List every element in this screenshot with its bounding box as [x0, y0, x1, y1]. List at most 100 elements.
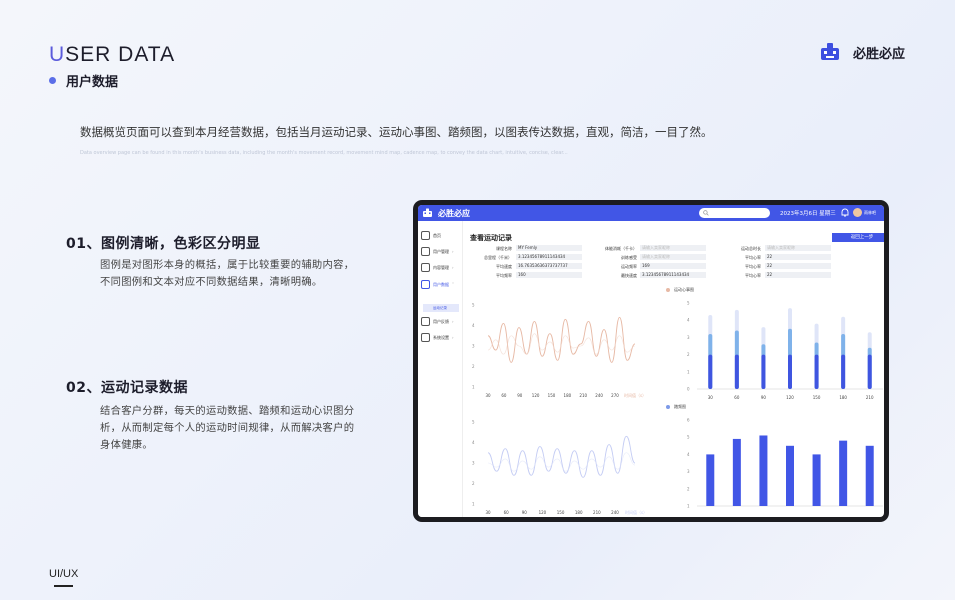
y-tick-label: 4 [472, 323, 475, 328]
x-tick-label: 60 [504, 510, 510, 515]
back-button[interactable]: 返回上一步 [832, 233, 884, 242]
field-label: 总里程（千米） [484, 255, 512, 260]
bar [841, 354, 846, 389]
field-label: 平均心率 [745, 273, 761, 278]
line-chart-speed: 1 2 3 4 5 30 60 90 120 150 180 210 240 270 时间值（s） [472, 303, 645, 399]
section-2-body: 结合客户分群，每天的运动数据、踏频和运动心识图分析，从而制定每个人的运动时间规律… [100, 405, 355, 451]
page-title: USER DATA [49, 43, 175, 67]
y-tick-label: 5 [687, 301, 690, 306]
sidebar-item-user-data[interactable]: 用户数据 ˅ [421, 280, 454, 289]
gear-icon [421, 333, 430, 342]
x-tick-label: 150 [548, 393, 556, 398]
field-value: 169 [640, 263, 706, 269]
chart-icon [421, 280, 430, 289]
user-name[interactable]: 雨林吧 [864, 210, 876, 216]
x-tick-label: 30 [485, 510, 491, 515]
y-tick-label: 2 [687, 352, 690, 357]
monitor-icon [421, 263, 430, 272]
field-label: 体能消耗（千卡） [605, 246, 637, 251]
field-label: 平均频率 [496, 273, 512, 278]
chevron-right-icon: › [452, 249, 454, 254]
x-tick-label: 90 [761, 395, 767, 400]
x-axis-label: 时间值（s） [624, 392, 645, 398]
sidebar-item-home[interactable]: 首页 [421, 231, 441, 240]
bar [761, 354, 766, 389]
x-tick-label: 210 [866, 395, 874, 400]
field-input[interactable]: 请输入卖家昵称 [640, 254, 706, 260]
field-input[interactable]: 请输入卖家昵称 [765, 245, 831, 251]
legend-dot [666, 288, 670, 292]
field-value: 16.76353636373737737 [516, 263, 582, 269]
intro-text-en: Data overview page can be found in this … [80, 150, 568, 156]
y-tick-label: 4 [472, 440, 475, 445]
sidebar-item-settings[interactable]: 系统设置 › [421, 333, 454, 342]
field-value: 22 [765, 254, 831, 260]
bell-icon[interactable] [841, 208, 849, 217]
subtitle-text: 用户数据 [66, 75, 119, 90]
section-2-title: 02、运动记录数据 [66, 380, 188, 396]
x-tick-label: 30 [485, 393, 491, 398]
field-label: 训练感受 [621, 255, 637, 260]
bar [734, 354, 739, 389]
chevron-right-icon: › [452, 265, 454, 270]
y-tick-label: 3 [687, 335, 690, 340]
avatar[interactable] [853, 208, 862, 217]
brand: 必胜必应 [819, 42, 905, 62]
bar-chart-heart: 0 1 2 3 4 5 30 60 90 120 150 180 210 [687, 301, 883, 400]
sidebar-subitem-exercise-record[interactable]: 运动记录 [423, 304, 459, 312]
y-tick-label: 5 [687, 435, 690, 440]
sidebar-item-label: 首页 [433, 232, 441, 238]
series-line [487, 435, 636, 478]
bar [706, 454, 715, 506]
field-input[interactable]: 请输入卖家昵称 [640, 245, 706, 251]
sidebar: 首页 用户管理 › 内容管理 › 用户数据 ˅ 运动记录 用户反馈 › 系统设置 › [418, 221, 463, 517]
y-tick-label: 2 [687, 486, 690, 491]
field-label: 运动总时长 [741, 246, 761, 251]
bar [732, 438, 741, 506]
field-value: 3.12345678911143434 [516, 254, 582, 260]
section-1-title: 01、图例清晰，色彩区分明显 [66, 236, 261, 252]
y-tick-label: 2 [472, 481, 475, 486]
x-tick-label: 180 [839, 395, 847, 400]
field-label: 平均心率 [745, 255, 761, 260]
field-label: 最快速度 [621, 273, 637, 278]
y-tick-label: 1 [472, 502, 475, 507]
bar [708, 354, 713, 389]
x-tick-label: 120 [539, 510, 547, 515]
bullet-dot [49, 77, 56, 84]
field-label: 运动频率 [621, 264, 637, 269]
chevron-right-icon: › [452, 335, 454, 340]
x-axis-label: 时间值（s） [625, 509, 645, 515]
footer-underline [54, 585, 73, 587]
x-tick-label: 240 [611, 510, 619, 515]
sidebar-item-content-management[interactable]: 内容管理 › [421, 263, 454, 272]
home-icon [421, 231, 430, 240]
y-tick-label: 2 [472, 364, 475, 369]
bar [839, 440, 848, 506]
sidebar-item-label: 用户反馈 [433, 318, 449, 324]
x-tick-label: 210 [579, 393, 587, 398]
search-input[interactable] [699, 208, 770, 218]
field-value: 22 [765, 272, 831, 278]
x-tick-label: 180 [575, 510, 583, 515]
x-tick-label: 270 [611, 393, 619, 398]
field-label: 平均心率 [745, 264, 761, 269]
y-tick-label: 1 [472, 385, 475, 390]
bar-chart-cadence: 1 2 3 4 5 6 [687, 418, 883, 509]
footer-label: UI/UX [49, 568, 79, 580]
sidebar-item-user-feedback[interactable]: 用户反馈 › [421, 317, 454, 326]
field-value: MY Femly [516, 245, 582, 251]
x-tick-label: 90 [522, 510, 528, 515]
y-tick-label: 1 [687, 504, 690, 509]
app-screen: 必胜必应 2023年3月6日 星期三 雨林吧 首页 用户管理 › 内容管理 › 用户… [418, 205, 884, 517]
bar [812, 454, 821, 506]
legend-cadence-chart: 踏频图 [666, 404, 686, 410]
x-tick-label: 240 [595, 393, 603, 398]
title-first-letter: U [49, 43, 66, 66]
x-tick-label: 120 [532, 393, 540, 398]
legend-label: 运动心事图 [674, 287, 694, 292]
sidebar-item-user-management[interactable]: 用户管理 › [421, 247, 454, 256]
y-tick-label: 4 [687, 452, 690, 457]
x-tick-label: 180 [564, 393, 572, 398]
search-icon [703, 210, 709, 216]
